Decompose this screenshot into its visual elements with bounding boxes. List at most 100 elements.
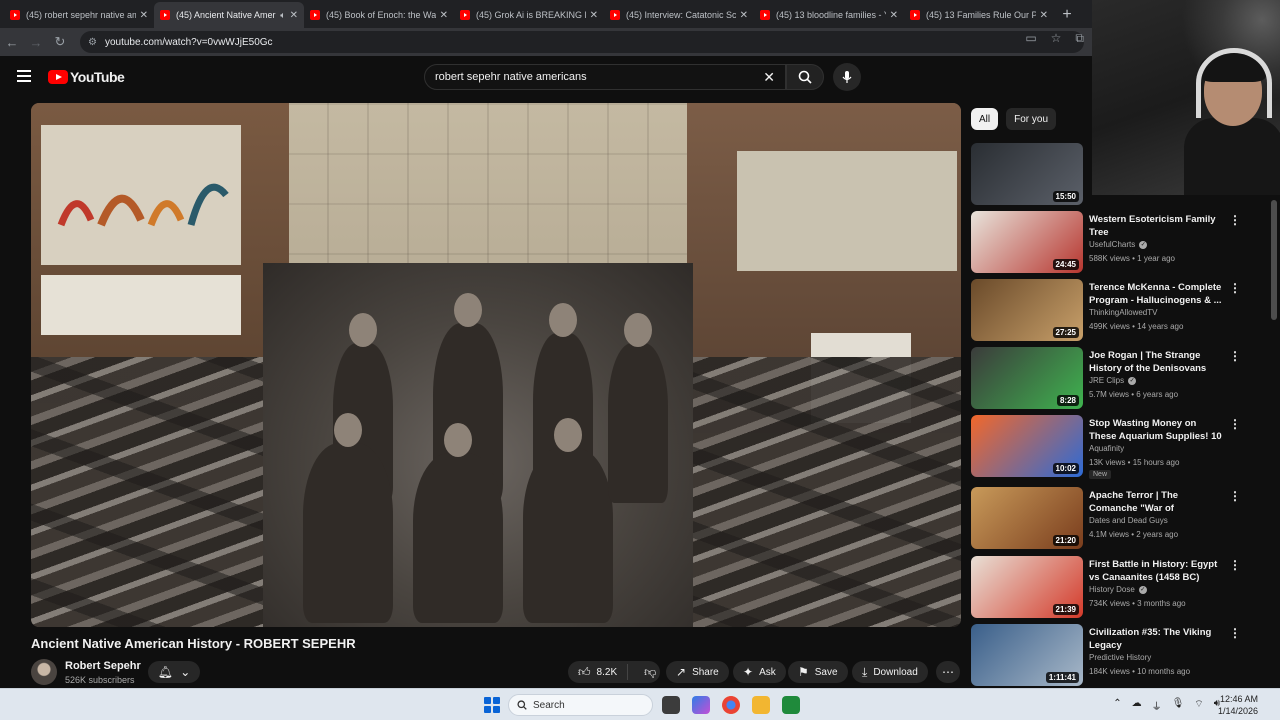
close-tab-icon[interactable]: ✕ [140,10,148,21]
reload-icon[interactable]: ↻ [48,34,72,50]
task-view-icon[interactable] [662,696,680,714]
more-vertical-icon[interactable]: ⋮ [1229,417,1241,431]
chip-all[interactable]: All [971,108,999,130]
microphone-icon[interactable]: 🎙︎ [1172,698,1185,713]
browser-tab[interactable]: (45) Interview: Catatonic Schi ✕ [604,2,754,28]
tab-audio-icon[interactable]: 🔈︎ [280,10,285,21]
close-tab-icon[interactable]: ✕ [290,10,298,21]
browser-tab[interactable]: (45) 13 bloodline families - Y ✕ [754,2,904,28]
clock[interactable]: 12:46 AM 1/14/2026 [1218,693,1258,717]
usb-icon[interactable]: ⏚ [1152,698,1162,713]
extensions-icon[interactable]: ⧉ [1075,31,1084,46]
clear-search-icon[interactable]: ✕ [763,69,775,86]
recommendation-item[interactable]: 8:28 Joe Rogan | The Strange History of t… [971,347,1271,409]
recommendation-channel[interactable]: Predictive History [1089,653,1151,662]
browser-tab[interactable]: (45) Ancient Native Amer 🔈︎ ✕ [154,2,304,28]
browser-tab[interactable]: (45) Grok Ai is BREAKING Le ✕ [454,2,604,28]
recommendation-title[interactable]: Joe Rogan | The Strange History of the D… [1089,349,1225,375]
search-button[interactable] [786,64,824,90]
close-tab-icon[interactable]: ✕ [740,10,748,21]
recommendation-title[interactable]: First Battle in History: Egypt vs Canaan… [1089,558,1225,584]
site-info-icon[interactable]: ⚙ [88,37,97,48]
video-thumbnail[interactable]: 21:20 [971,487,1083,549]
video-thumbnail[interactable]: 1:11:41 [971,624,1083,686]
browser-tab[interactable]: (45) robert sepehr native ame ✕ [4,2,154,28]
recommendation-item[interactable]: 27:25 Terence McKenna - Complete Program … [971,279,1271,341]
browser-tab[interactable]: (45) Book of Enoch: the Watc ✕ [304,2,454,28]
recommendation-title[interactable]: Stop Wasting Money on These Aquarium Sup… [1089,417,1225,443]
clock-date: 1/14/2026 [1217,706,1258,716]
video-thumbnail[interactable]: 15:50 [971,143,1083,205]
channel-name[interactable]: Robert Sepehr [65,660,141,672]
recommendation-title[interactable]: Civilization #35: The Viking Legacy [1089,626,1225,652]
forward-icon[interactable]: → [24,35,48,50]
new-tab-button[interactable]: + [1054,2,1080,28]
more-vertical-icon[interactable]: ⋮ [1229,558,1241,572]
thumbs-up-icon: 👍︎ [578,665,591,679]
video-thumbnail[interactable]: 24:45 [971,211,1083,273]
more-actions-button[interactable]: ⋯ [936,661,960,683]
chrome-icon[interactable] [722,696,740,714]
recommendation-item[interactable]: 21:20 Apache Terror | The Comanche "War o… [971,487,1271,549]
windows-start-icon[interactable] [484,697,500,713]
recommendation-item[interactable]: 21:39 First Battle in History: Egypt vs C… [971,556,1271,618]
recommendation-channel[interactable]: Aquafinity [1089,444,1124,453]
video-thumbnail[interactable]: 10:02 [971,415,1083,477]
recommendation-title[interactable]: Terence McKenna - Complete Program - Hal… [1089,281,1225,307]
recommendation-item[interactable]: 24:45 Western Esotericism Family Tree Usef… [971,211,1271,273]
like-button[interactable]: 👍︎ 8.2K [568,664,629,680]
recommendation-channel[interactable]: JRE Clips ✓ [1089,376,1137,385]
save-button[interactable]: ⚑ Save [788,661,848,683]
close-tab-icon[interactable]: ✕ [440,10,448,21]
recommendation-channel[interactable]: UsefulCharts ✓ [1089,240,1148,249]
more-vertical-icon[interactable]: ⋮ [1229,281,1241,295]
more-vertical-icon[interactable]: ⋮ [1229,489,1241,503]
taskbar-search[interactable]: Search [508,694,653,716]
close-tab-icon[interactable]: ✕ [1040,10,1048,21]
share-button[interactable]: ↗ Share [666,661,729,683]
recommendation-channel[interactable]: ThinkingAllowedTV [1089,308,1157,317]
more-vertical-icon[interactable]: ⋮ [1229,626,1241,640]
address-bar[interactable]: ⚙ youtube.com/watch?v=0vwWJjE50Gc [80,31,1084,53]
menu-icon[interactable] [17,70,31,82]
youtube-logo[interactable]: YouTube [48,69,125,85]
video-thumbnail[interactable]: 27:25 [971,279,1083,341]
dislike-button[interactable]: 👎︎ [634,666,666,678]
more-vertical-icon[interactable]: ⋮ [1229,349,1241,363]
copilot-icon[interactable] [692,696,710,714]
recommendation-item[interactable]: 15:50 [971,143,1271,205]
chip-for-you[interactable]: For you [1006,108,1057,130]
file-explorer-icon[interactable] [752,696,770,714]
channel-name: History Dose [1089,585,1135,594]
video-thumbnail[interactable]: 21:39 [971,556,1083,618]
app-icon[interactable] [782,696,800,714]
search-input[interactable]: robert sepehr native americans ✕ [424,64,786,90]
close-tab-icon[interactable]: ✕ [890,10,898,21]
chevron-up-icon[interactable]: ⌃ [1113,698,1121,713]
browser-tab[interactable]: (45) 13 Families Rule Our Pla ✕ [904,2,1054,28]
recommendation-title[interactable]: Apache Terror | The Comanche "War of Ext… [1089,489,1225,515]
more-vertical-icon[interactable]: ⋮ [1229,213,1241,227]
recommendation-item[interactable]: 10:02 Stop Wasting Money on These Aquariu… [971,415,1271,479]
recommendation-title[interactable]: Western Esotericism Family Tree [1089,213,1225,239]
close-tab-icon[interactable]: ✕ [590,10,598,21]
recommendation-item[interactable]: 1:11:41 Civilization #35: The Viking Lega… [971,624,1271,686]
channel-avatar[interactable] [31,659,57,685]
sidebar-scrollbar[interactable] [1271,200,1277,320]
notifications-button[interactable]: 🔔︎ ⌄ [148,661,200,683]
cloud-icon[interactable]: ☁ [1132,698,1142,713]
download-button[interactable]: ⤓ Download [852,661,928,683]
video-thumbnail[interactable]: 8:28 [971,347,1083,409]
recommendation-channel[interactable]: Dates and Dead Guys [1089,516,1168,525]
bookmark-star-icon[interactable]: ☆ [1051,31,1062,46]
tab-title: (45) robert sepehr native ame [26,10,136,20]
voice-search-button[interactable] [833,63,861,91]
youtube-header: YouTube robert sepehr native americans ✕ [0,56,1092,98]
recommendation-channel[interactable]: History Dose ✓ [1089,585,1147,594]
video-player[interactable] [31,103,961,627]
wifi-icon[interactable]: ⌔ [1194,698,1203,713]
cast-icon[interactable]: ▭ [1025,31,1036,46]
tab-title: (45) 13 bloodline families - Y [776,10,886,20]
ask-button[interactable]: ✦ Ask [733,661,786,683]
back-icon[interactable]: ← [0,35,24,50]
